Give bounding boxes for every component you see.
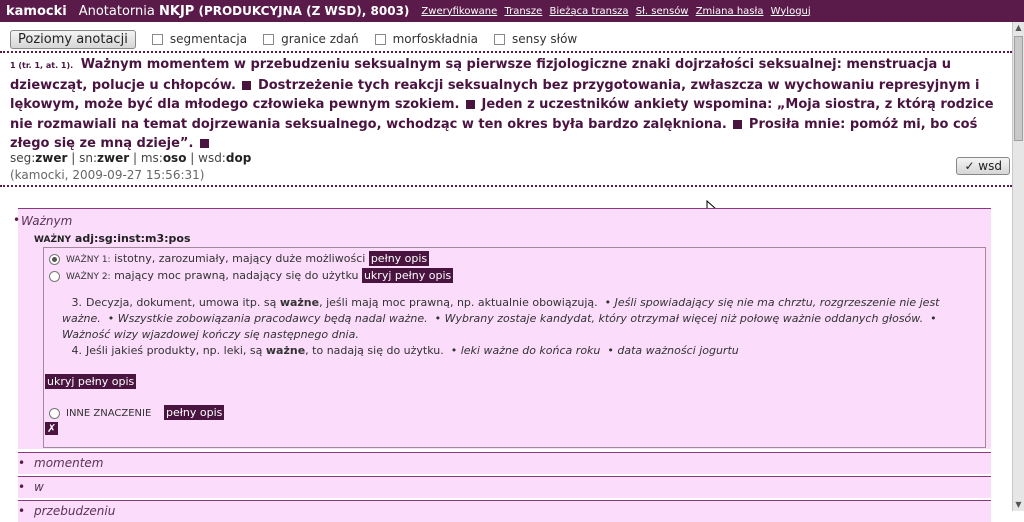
nav-link-zweryfikowane[interactable]: Zweryfikowane [421,6,497,17]
sense-option-1[interactable]: WAŻNY 1: istotny, zarozumiały, mający du… [49,251,430,266]
annotation-status: seg:zwer | sn:zwer | ms:oso | wsd:dop [10,151,252,165]
sentence-boundary-icon [466,100,475,109]
author-timestamp: (kamocki, 2009-09-27 15:56:31) [10,168,205,182]
radio-button[interactable] [49,407,60,419]
senses-box: WAŻNY 1: istotny, zarozumiały, mający du… [43,247,986,448]
hide-description-link[interactable]: ukryj pełny opis [361,268,454,283]
radio-button[interactable] [49,270,60,282]
checkbox-granice-zdan[interactable]: granice zdań [263,32,359,46]
sentence-boundary-icon [242,80,252,90]
checkbox-segmentacja[interactable]: segmentacja [151,32,247,46]
top-navigation-bar: kamocki Anotatornia NKJP (PRODUKCYJNA (Z… [0,0,1024,22]
remove-icon[interactable]: ✗ [45,422,59,435]
separator [0,185,1012,187]
layers-button[interactable]: Poziomy anotacji [10,29,136,49]
separator [0,51,1012,53]
vertical-scrollbar[interactable]: ▲ ▼ [1012,22,1024,511]
nav-link-wyloguj[interactable]: Wyloguj [771,6,811,17]
hide-full-description-button[interactable]: ukryj pełny opis [45,374,137,389]
scroll-up-arrow-icon[interactable]: ▲ [1014,23,1023,33]
nav-link-biezaca-transza[interactable]: Bieżąca transza [549,6,628,17]
bullet-icon: • [18,480,26,494]
annotated-text: 1 (tr. 1, at. 1). Ważnym momentem w prze… [10,55,1000,154]
sense-option-2[interactable]: WAŻNY 2: mający moc prawną, nadający się… [49,268,454,283]
layers-toolbar: Poziomy anotacji segmentacja granice zda… [10,28,577,50]
definition-item: 3. Decyzja, dokument, umowa itp. są ważne… [62,296,940,341]
full-description-link[interactable]: pełny opis [164,405,225,420]
checkbox-box[interactable] [494,33,506,45]
word-panel-wazny: • Ważnym WAŻNY adj:sg:inst:m3:pos WAŻNY … [13,208,991,449]
word-row[interactable]: • momentem [18,452,991,474]
text-reference: 1 (tr. 1, at. 1). [10,61,74,70]
other-meaning-option[interactable]: INNE ZNACZENIE pełny opis [49,405,225,420]
nav-link-zmiana-hasla[interactable]: Zmiana hasła [696,6,764,17]
word-row[interactable]: • w [18,476,991,498]
definition-item: 4. Jeśli jakieś produkty, np. leki, są wa… [71,344,739,357]
checkbox-morfoskladnia[interactable]: morfoskładnia [374,32,478,46]
scroll-down-arrow-icon[interactable]: ▼ [1014,500,1023,510]
checkbox-box[interactable] [374,33,386,45]
bullet-icon: • [13,213,21,227]
nav-link-transze[interactable]: Transze [504,6,542,17]
word-row[interactable]: • przebudzeniu [18,500,991,522]
scrollbar-thumb[interactable] [1014,36,1023,141]
checkbox-sensy-slow[interactable]: sensy słów [494,32,577,46]
nav-link-slownik-sensow[interactable]: Sł. sensów [636,6,689,17]
sentence-boundary-icon [199,139,209,148]
nav-links: Zweryfikowane Transze Bieżąca transza Sł… [421,6,814,17]
checkbox-box[interactable] [263,33,275,45]
username: kamocki [6,3,67,19]
checkbox-box[interactable] [151,33,163,45]
definition-list: 3. Decyzja, dokument, umowa itp. są ważne… [62,295,977,359]
wsd-button[interactable]: ✓ wsd [956,157,1010,175]
bullet-icon: • [18,456,26,470]
lemma-tag: WAŻNY adj:sg:inst:m3:pos [34,232,191,245]
radio-button[interactable] [49,253,60,265]
sentence-boundary-icon [733,119,743,129]
bullet-icon: • [18,504,26,518]
app-title: Anotatornia NKJP (PRODUKCYJNA (Z WSD), 8… [78,3,410,19]
full-description-link[interactable]: pełny opis [368,251,430,266]
panel-word[interactable]: Ważnym [21,214,72,228]
